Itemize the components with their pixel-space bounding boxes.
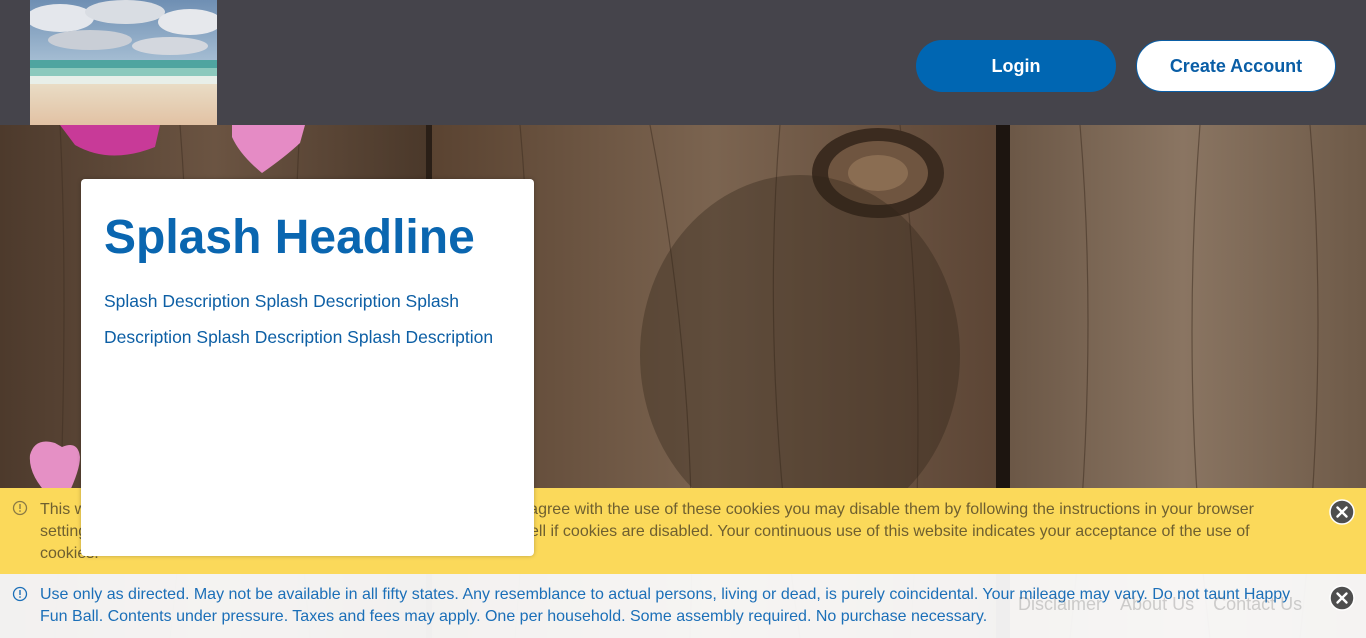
- splash-description: Splash Description Splash Description Sp…: [104, 291, 494, 347]
- logo-image[interactable]: [30, 0, 217, 125]
- footer-link-disclaimer[interactable]: Disclaimer: [1018, 594, 1102, 614]
- splash-card: Splash Headline Splash Description Splas…: [81, 179, 534, 556]
- create-account-button[interactable]: Create Account: [1136, 40, 1336, 92]
- footer-links: Disclaimer About Us Contact Us: [1018, 594, 1316, 615]
- info-circle-icon: [12, 586, 28, 602]
- login-button[interactable]: Login: [916, 40, 1116, 92]
- splash-headline: Splash Headline: [104, 211, 475, 264]
- footer-link-about-us[interactable]: About Us: [1120, 594, 1194, 614]
- info-circle-icon: [12, 500, 28, 516]
- close-circle-icon[interactable]: [1329, 499, 1355, 525]
- close-circle-icon[interactable]: [1329, 585, 1355, 611]
- site-header: Login Create Account: [0, 0, 1366, 125]
- footer-link-contact-us[interactable]: Contact Us: [1213, 594, 1302, 614]
